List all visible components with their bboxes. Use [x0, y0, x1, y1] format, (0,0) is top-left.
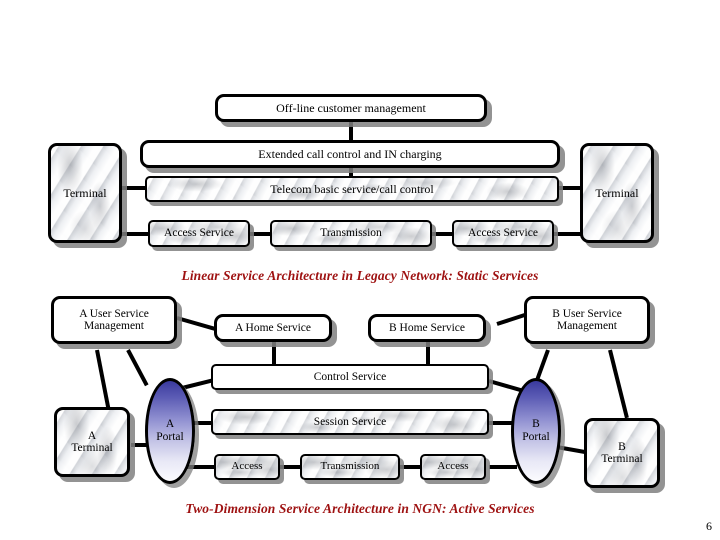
node-transmission[interactable]: Transmission — [270, 220, 432, 247]
connector-terminal-right-to-access — [554, 232, 582, 236]
node-label-line1: A — [87, 429, 97, 442]
node-label-line1: A — [165, 418, 175, 431]
caption-legacy-architecture: Linear Service Architecture in Legacy Ne… — [181, 268, 539, 283]
node-label: Transmission — [320, 227, 382, 240]
connector-terminal-left-to-access — [120, 232, 150, 236]
page-number: 6 — [706, 519, 712, 533]
node-terminal-left[interactable]: Terminal — [48, 143, 122, 243]
node-terminal-right[interactable]: Terminal — [580, 143, 654, 243]
slide-canvas: Off-line customer management Extended ca… — [0, 0, 720, 540]
connector-a-portal-to-access — [186, 465, 214, 469]
node-label-line2: Management — [556, 320, 618, 332]
node-label: Access — [437, 460, 469, 473]
node-control-service[interactable]: Control Service — [211, 364, 489, 390]
node-label: Transmission — [320, 460, 380, 473]
node-a-user-service-management[interactable]: A User Service Management — [51, 296, 177, 344]
connector-a-usm-to-a-portal — [126, 349, 149, 387]
node-label: B Home Service — [388, 321, 465, 334]
connector-a-usm-to-a-terminal — [95, 349, 112, 416]
node-label: Off-line customer management — [276, 100, 426, 115]
node-telecom-basic-service[interactable]: Telecom basic service/call control — [145, 176, 559, 202]
node-label-line2: Portal — [156, 431, 184, 443]
node-label-line2: Portal — [522, 431, 550, 443]
connector-a-home-to-control — [272, 341, 276, 365]
connector-access-right-to-b-portal — [489, 465, 517, 469]
node-access-left-ngn[interactable]: Access — [214, 454, 280, 480]
node-label: Access Service — [468, 227, 538, 240]
node-label: Session Service — [313, 415, 387, 428]
node-label: Terminal — [63, 185, 107, 200]
node-label: Extended call control and IN charging — [258, 146, 442, 161]
node-access-service-left[interactable]: Access Service — [148, 220, 250, 247]
node-label: Control Service — [313, 370, 387, 383]
connector-access-left-to-transmission — [248, 232, 270, 236]
connector-b-home-to-control — [426, 341, 430, 365]
node-label: Access Service — [164, 227, 234, 240]
connector-b-usm-to-b-terminal — [608, 349, 629, 419]
node-b-terminal[interactable]: B Terminal — [584, 418, 660, 488]
node-offline-customer-management[interactable]: Off-line customer management — [215, 94, 487, 122]
node-a-home-service[interactable]: A Home Service — [214, 314, 332, 342]
connector-terminal-right-to-telecom — [558, 186, 582, 190]
node-access-service-right[interactable]: Access Service — [452, 220, 554, 247]
node-extended-call-control[interactable]: Extended call control and IN charging — [140, 140, 560, 168]
connector-transmission-to-access-right — [430, 232, 452, 236]
node-label: Access — [231, 460, 263, 473]
node-label-line2: Terminal — [601, 453, 643, 465]
node-b-home-service[interactable]: B Home Service — [368, 314, 486, 342]
node-access-right-ngn[interactable]: Access — [420, 454, 486, 480]
node-label-line2: Terminal — [71, 442, 113, 454]
node-a-terminal[interactable]: A Terminal — [54, 407, 130, 477]
node-transmission-ngn[interactable]: Transmission — [300, 454, 400, 480]
node-label-line1: B — [618, 440, 626, 453]
node-label-line1: B — [532, 418, 540, 431]
connector-a-usm-to-a-home — [176, 316, 218, 332]
connector-terminal-left-to-telecom — [120, 186, 146, 190]
node-label-line1: A User Service — [79, 307, 149, 320]
node-label: Telecom basic service/call control — [270, 181, 434, 196]
connector-access-left-to-transmission-ngn — [278, 465, 300, 469]
node-label-line2: Management — [83, 320, 145, 332]
node-label: A Home Service — [234, 321, 311, 334]
node-label-line1: B User Service — [552, 307, 622, 320]
node-session-service[interactable]: Session Service — [211, 409, 489, 435]
node-b-user-service-management[interactable]: B User Service Management — [524, 296, 650, 344]
node-b-portal[interactable]: B Portal — [511, 378, 561, 484]
node-label: Terminal — [595, 185, 639, 200]
caption-ngn-architecture: Two-Dimension Service Architecture in NG… — [185, 501, 535, 516]
connector-transmission-to-access-right-ngn — [400, 465, 422, 469]
node-a-portal[interactable]: A Portal — [145, 378, 195, 484]
